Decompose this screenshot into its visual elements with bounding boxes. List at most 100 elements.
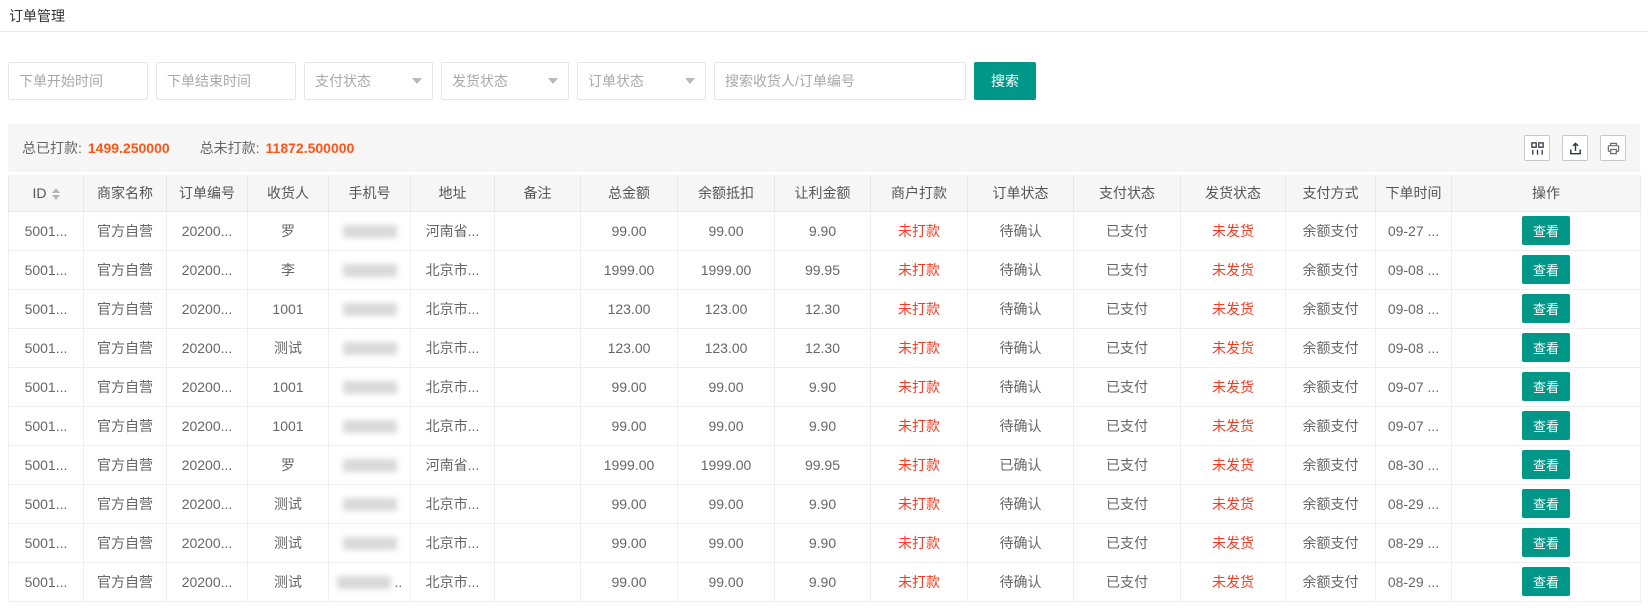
order_no-cell: 20200... <box>167 484 248 523</box>
table-row: 5001...官方自营20200...罗河南省...1999.001999.00… <box>9 445 1641 484</box>
pay_status-cell: 已支付 <box>1074 406 1181 445</box>
balance_deduct-cell: 99.00 <box>678 367 775 406</box>
balance_deduct-cell: 99.00 <box>678 484 775 523</box>
total-unpaid-label: 总未打款: <box>200 138 260 158</box>
order-status-select-label: 订单状态 <box>588 71 644 91</box>
order_status-cell: 待确认 <box>968 328 1074 367</box>
view-order-button[interactable]: 查看 <box>1522 567 1570 596</box>
col-header-action: 操作 <box>1452 175 1641 211</box>
balance_deduct-cell: 99.00 <box>678 562 775 601</box>
view-order-button[interactable]: 查看 <box>1522 333 1570 362</box>
discount-cell: 99.95 <box>775 250 871 289</box>
phone-redacted <box>343 498 397 511</box>
page-title: 订单管理 <box>0 0 1648 32</box>
table-row: 5001...官方自营20200...测试北京市...99.0099.009.9… <box>9 484 1641 523</box>
export-icon <box>1568 141 1583 156</box>
id-cell: 5001... <box>9 328 84 367</box>
col-header-time: 下单时间 <box>1376 175 1452 211</box>
action-cell: 查看 <box>1452 445 1641 484</box>
total-cell: 123.00 <box>581 328 678 367</box>
pay-status-select[interactable]: 支付状态 <box>304 62 433 100</box>
id-cell: 5001... <box>9 406 84 445</box>
end-time-input[interactable] <box>156 62 296 100</box>
phone-redacted <box>343 303 397 316</box>
table-row: 5001...官方自营20200...罗河南省...99.0099.009.90… <box>9 211 1641 250</box>
col-header-id[interactable]: ID <box>9 175 84 211</box>
action-cell: 查看 <box>1452 328 1641 367</box>
print-icon <box>1606 141 1621 156</box>
order_no-cell: 20200... <box>167 211 248 250</box>
order_no-cell: 20200... <box>167 406 248 445</box>
table-body: 5001...官方自营20200...罗河南省...99.0099.009.90… <box>9 211 1641 601</box>
total-cell: 99.00 <box>581 484 678 523</box>
pay_status-cell: 已支付 <box>1074 211 1181 250</box>
discount-cell: 9.90 <box>775 562 871 601</box>
print-button[interactable] <box>1600 135 1626 161</box>
table-row: 5001...官方自营20200...测试北京市...123.00123.001… <box>9 328 1641 367</box>
address-cell: 北京市... <box>411 523 495 562</box>
view-order-button[interactable]: 查看 <box>1522 372 1570 401</box>
table-header-row: ID商家名称订单编号收货人手机号地址备注总金额余额抵扣让利金额商户打款订单状态支… <box>9 175 1641 211</box>
col-header-ship_status: 发货状态 <box>1181 175 1286 211</box>
export-button[interactable] <box>1562 135 1588 161</box>
view-order-button[interactable]: 查看 <box>1522 489 1570 518</box>
ship_status-cell: 未发货 <box>1181 367 1286 406</box>
discount-cell: 9.90 <box>775 211 871 250</box>
order-status-select[interactable]: 订单状态 <box>577 62 706 100</box>
ship_status-cell: 未发货 <box>1181 328 1286 367</box>
order_status-cell: 待确认 <box>968 367 1074 406</box>
pay-status-select-label: 支付状态 <box>315 71 371 91</box>
remark-cell <box>495 562 581 601</box>
time-cell: 09-27 ... <box>1376 211 1452 250</box>
pay_status-cell: 已支付 <box>1074 328 1181 367</box>
merchant-cell: 官方自营 <box>84 484 167 523</box>
search-button[interactable]: 搜索 <box>974 62 1036 100</box>
id-cell: 5001... <box>9 289 84 328</box>
phone-cell <box>329 523 411 562</box>
order_status-cell: 待确认 <box>968 250 1074 289</box>
start-time-input[interactable] <box>8 62 148 100</box>
phone-cell <box>329 484 411 523</box>
phone-redacted <box>343 225 397 238</box>
view-order-button[interactable]: 查看 <box>1522 528 1570 557</box>
ship_status-cell: 未发货 <box>1181 523 1286 562</box>
ship-status-select[interactable]: 发货状态 <box>441 62 569 100</box>
col-header-balance_deduct: 余额抵扣 <box>678 175 775 211</box>
discount-cell: 9.90 <box>775 367 871 406</box>
view-order-button[interactable]: 查看 <box>1522 294 1570 323</box>
merchant_pay-cell: 未打款 <box>871 289 968 328</box>
merchant_pay-cell: 未打款 <box>871 211 968 250</box>
address-cell: 北京市... <box>411 250 495 289</box>
merchant-cell: 官方自营 <box>84 289 167 328</box>
phone-redacted <box>343 264 397 277</box>
time-cell: 09-08 ... <box>1376 250 1452 289</box>
filter-columns-button[interactable] <box>1524 135 1550 161</box>
address-cell: 北京市... <box>411 289 495 328</box>
remark-cell <box>495 406 581 445</box>
col-header-order_status: 订单状态 <box>968 175 1074 211</box>
merchant-cell: 官方自营 <box>84 445 167 484</box>
merchant_pay-cell: 未打款 <box>871 445 968 484</box>
id-cell: 5001... <box>9 562 84 601</box>
view-order-button[interactable]: 查看 <box>1522 450 1570 479</box>
merchant_pay-cell: 未打款 <box>871 562 968 601</box>
phone-cell <box>329 211 411 250</box>
view-order-button[interactable]: 查看 <box>1522 411 1570 440</box>
view-order-button[interactable]: 查看 <box>1522 216 1570 245</box>
search-input[interactable] <box>714 62 966 100</box>
chevron-down-icon <box>412 78 422 84</box>
action-cell: 查看 <box>1452 211 1641 250</box>
col-header-discount: 让利金额 <box>775 175 871 211</box>
remark-cell <box>495 211 581 250</box>
phone-redacted <box>337 576 391 589</box>
view-order-button[interactable]: 查看 <box>1522 255 1570 284</box>
time-cell: 08-29 ... <box>1376 523 1452 562</box>
address-cell: 北京市... <box>411 562 495 601</box>
balance_deduct-cell: 99.00 <box>678 406 775 445</box>
consignee-cell: 李 <box>248 250 329 289</box>
columns-icon <box>1530 141 1545 156</box>
ship_status-cell: 未发货 <box>1181 445 1286 484</box>
total-paid-value: 1499.250000 <box>88 140 170 156</box>
merchant_pay-cell: 未打款 <box>871 328 968 367</box>
col-header-phone: 手机号 <box>329 175 411 211</box>
